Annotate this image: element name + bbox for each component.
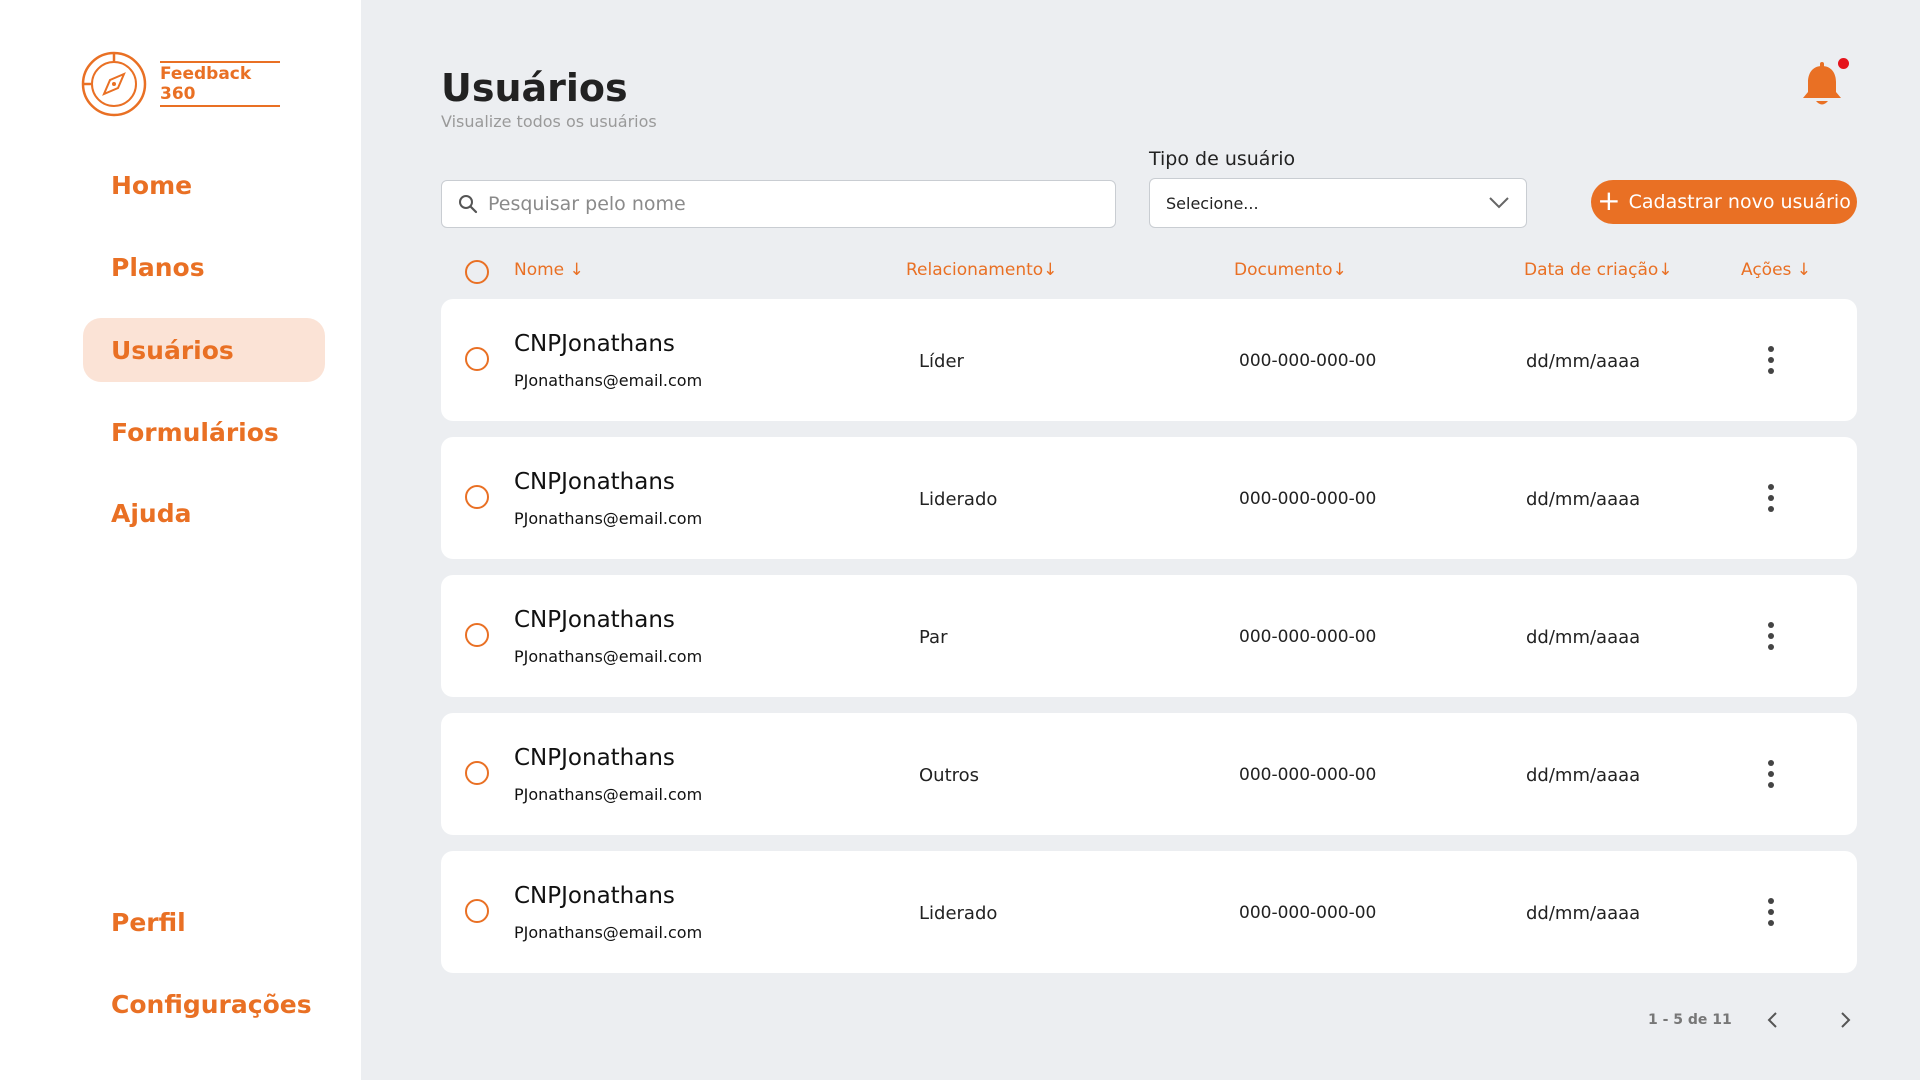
user-type-label: Tipo de usuário — [1149, 148, 1296, 170]
user-document: 000-000-000-00 — [1239, 627, 1377, 647]
user-email: PJonathans@email.com — [514, 371, 703, 390]
user-document: 000-000-000-00 — [1239, 351, 1377, 371]
add-user-label: Cadastrar novo usuário — [1628, 191, 1851, 213]
previous-page-button[interactable] — [1761, 1008, 1785, 1032]
table-row[interactable]: CNPJonathans PJonathans@email.com Lidera… — [441, 851, 1857, 973]
user-type-select[interactable]: Selecione... — [1149, 178, 1527, 228]
main-content: Usuários Visualize todos os usuários Tip… — [361, 0, 1920, 1080]
column-header-documento[interactable]: Documento↓ — [1234, 260, 1347, 280]
chevron-right-icon — [1841, 1012, 1851, 1028]
user-email: PJonathans@email.com — [514, 785, 703, 804]
sidebar-item-planos[interactable]: Planos — [83, 235, 325, 299]
user-email: PJonathans@email.com — [514, 647, 703, 666]
page-subtitle: Visualize todos os usuários — [441, 112, 657, 131]
table-row[interactable]: CNPJonathans PJonathans@email.com Outros… — [441, 713, 1857, 835]
user-relationship: Líder — [919, 351, 964, 372]
user-relationship: Par — [919, 627, 948, 648]
search-input[interactable] — [488, 193, 1088, 215]
row-select-checkbox[interactable] — [465, 623, 489, 647]
more-vertical-icon[interactable] — [1757, 481, 1785, 515]
user-created-date: dd/mm/aaaa — [1526, 489, 1641, 510]
sidebar-item-ajuda[interactable]: Ajuda — [83, 481, 325, 545]
table-row[interactable]: CNPJonathans PJonathans@email.com Líder … — [441, 299, 1857, 421]
select-all-checkbox[interactable] — [465, 260, 489, 284]
sidebar-item-configuracoes[interactable]: Configurações — [83, 972, 325, 1036]
add-user-button[interactable]: + Cadastrar novo usuário — [1591, 180, 1857, 224]
user-name: CNPJonathans — [514, 607, 675, 633]
column-header-acoes[interactable]: Ações ↓ — [1741, 260, 1811, 280]
sidebar: Feedback 360 Home Planos Usuários Formul… — [0, 0, 361, 1080]
user-created-date: dd/mm/aaaa — [1526, 351, 1641, 372]
row-select-checkbox[interactable] — [465, 899, 489, 923]
column-header-data-criacao[interactable]: Data de criação↓ — [1524, 260, 1673, 280]
user-created-date: dd/mm/aaaa — [1526, 627, 1641, 648]
user-created-date: dd/mm/aaaa — [1526, 903, 1641, 924]
sidebar-item-perfil[interactable]: Perfil — [83, 890, 325, 954]
sidebar-item-home[interactable]: Home — [83, 153, 325, 217]
search-field[interactable] — [441, 180, 1116, 228]
user-email: PJonathans@email.com — [514, 509, 703, 528]
notification-button[interactable] — [1798, 58, 1849, 112]
compass-icon — [81, 51, 147, 117]
search-icon — [459, 195, 478, 214]
more-vertical-icon[interactable] — [1757, 343, 1785, 377]
user-document: 000-000-000-00 — [1239, 765, 1377, 785]
row-select-checkbox[interactable] — [465, 761, 489, 785]
table-row[interactable]: CNPJonathans PJonathans@email.com Lidera… — [441, 437, 1857, 559]
row-select-checkbox[interactable] — [465, 485, 489, 509]
page-title: Usuários — [441, 66, 628, 110]
column-header-nome[interactable]: Nome ↓ — [514, 260, 584, 280]
user-name: CNPJonathans — [514, 883, 675, 909]
more-vertical-icon[interactable] — [1757, 619, 1785, 653]
table-row[interactable]: CNPJonathans PJonathans@email.com Par 00… — [441, 575, 1857, 697]
more-vertical-icon[interactable] — [1757, 895, 1785, 929]
user-relationship: Outros — [919, 765, 980, 786]
logo[interactable]: Feedback 360 — [80, 50, 280, 118]
user-document: 000-000-000-00 — [1239, 903, 1377, 923]
user-document: 000-000-000-00 — [1239, 489, 1377, 509]
user-relationship: Liderado — [919, 489, 998, 510]
table-header: Nome ↓ Relacionamento↓ Documento↓ Data d… — [441, 256, 1857, 286]
user-type-value: Selecione... — [1166, 193, 1259, 213]
more-vertical-icon[interactable] — [1757, 757, 1785, 791]
unread-dot — [1838, 58, 1849, 69]
chevron-left-icon — [1767, 1012, 1777, 1028]
column-header-relacionamento[interactable]: Relacionamento↓ — [906, 260, 1057, 280]
row-select-checkbox[interactable] — [465, 347, 489, 371]
chevron-down-icon — [1489, 197, 1509, 209]
user-name: CNPJonathans — [514, 745, 675, 771]
logo-wordmark: Feedback 360 — [160, 61, 280, 107]
sidebar-item-usuarios[interactable]: Usuários — [83, 318, 325, 382]
brand-name: Feedback 360 — [160, 64, 252, 104]
sidebar-item-formularios[interactable]: Formulários — [83, 400, 325, 464]
user-name: CNPJonathans — [514, 331, 675, 357]
user-created-date: dd/mm/aaaa — [1526, 765, 1641, 786]
user-name: CNPJonathans — [514, 469, 675, 495]
plus-icon: + — [1597, 183, 1621, 217]
user-email: PJonathans@email.com — [514, 923, 703, 942]
next-page-button[interactable] — [1833, 1008, 1857, 1032]
app-root: Feedback 360 Home Planos Usuários Formul… — [0, 0, 1920, 1080]
user-relationship: Liderado — [919, 903, 998, 924]
pagination-label: 1 - 5 de 11 — [1648, 1012, 1732, 1028]
